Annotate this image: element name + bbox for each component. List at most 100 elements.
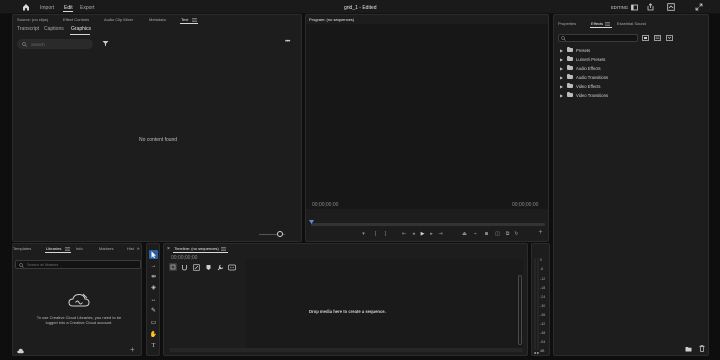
meter-bar-left [534, 258, 536, 350]
more-tabs-icon[interactable]: » [137, 246, 140, 251]
extract-icon[interactable]: ⌁ [472, 231, 479, 237]
playhead-icon[interactable] [309, 220, 314, 225]
tree-item-audio-effects[interactable]: ▶ Audio Effects [560, 64, 601, 72]
add-marker-icon[interactable] [205, 264, 212, 271]
32bit-effects-icon[interactable] [654, 35, 661, 41]
loop-icon[interactable]: ↻ [513, 231, 520, 237]
chevron-right-icon: ▶ [560, 92, 564, 98]
tree-item-video-effects[interactable]: ▶ Video Effects [560, 82, 601, 90]
search-icon [19, 262, 24, 268]
close-timeline-icon[interactable]: × [167, 246, 170, 252]
libraries-panel-menu-icon[interactable] [65, 246, 70, 251]
graphics-search-field[interactable]: Search [17, 39, 93, 49]
subtab-captions[interactable]: Captions [44, 26, 64, 32]
project-panel: Templates Libraries Info Markers Hist » … [12, 243, 142, 356]
tab-effect-controls[interactable]: Effect Controls [63, 17, 89, 22]
search-placeholder: Search [31, 41, 45, 47]
mark-out-icon[interactable]: } [382, 231, 389, 237]
yuv-effects-icon[interactable] [666, 35, 673, 41]
subtab-transcript[interactable]: Transcript [17, 26, 39, 32]
razor-tool-icon[interactable]: ◈ [149, 284, 158, 293]
tab-effects[interactable]: Effects [591, 21, 603, 26]
subtab-graphics[interactable]: Graphics [71, 26, 91, 32]
step-forward-icon[interactable]: ▸ [428, 231, 435, 237]
chevron-right-icon: ▶ [560, 47, 564, 53]
window-title: grid_1 - Edited [344, 4, 377, 11]
workspace-label[interactable]: EDITING [611, 5, 628, 10]
rectangle-tool-icon[interactable]: ▭ [149, 319, 158, 328]
tab-templates[interactable]: Templates [13, 246, 31, 251]
tab-metadata[interactable]: Metadata [149, 17, 166, 22]
add-button-icon[interactable]: + [537, 229, 544, 236]
tab-properties[interactable]: Properties [558, 21, 576, 26]
tree-item-audio-transitions[interactable]: ▶ Audio Transitions [560, 73, 608, 81]
filter-icon[interactable] [102, 40, 109, 47]
mark-in-icon[interactable]: { [372, 231, 379, 237]
tab-libraries[interactable]: Libraries [46, 246, 61, 251]
vertical-scrollbar[interactable] [518, 275, 522, 345]
proxy-toggle-icon[interactable]: ⧉ [504, 231, 511, 237]
effects-panel: Properties Effects Essential Sound ▶ Pres… [553, 14, 709, 356]
effects-search-field[interactable] [558, 34, 638, 42]
tab-audio-clip-mixer[interactable]: Audio Clip Mixer [104, 17, 133, 22]
horizontal-scrollbar[interactable] [169, 348, 523, 352]
add-library-icon[interactable]: + [130, 345, 135, 354]
track-select-tool-icon[interactable]: → [149, 262, 158, 271]
effects-panel-menu-icon[interactable] [605, 21, 610, 26]
tab-essential-sound[interactable]: Essential Sound [617, 21, 646, 26]
go-to-in-icon[interactable]: ⇤ [401, 231, 408, 237]
tree-item-video-transitions[interactable]: ▶ Video Transitions [560, 91, 608, 99]
hand-tool-icon[interactable]: ✋ [149, 331, 158, 340]
lift-icon[interactable]: ⏏ [461, 231, 468, 237]
timeline-panel-menu-icon[interactable] [221, 246, 226, 251]
libraries-search-field[interactable]: Search all libraries [15, 260, 141, 269]
program-scrub-bar[interactable] [311, 223, 545, 226]
tab-markers[interactable]: Markers [99, 246, 113, 251]
pen-tool-icon[interactable]: ✎ [149, 307, 158, 316]
tab-libraries-underline [45, 252, 71, 253]
new-bin-icon[interactable] [685, 346, 692, 352]
slip-tool-icon[interactable]: ↔ [149, 296, 158, 305]
tab-info[interactable]: Info [76, 246, 83, 251]
snap-icon[interactable] [181, 264, 188, 271]
tree-item-lumetri-presets[interactable]: ▶ Lumetri Presets [560, 55, 605, 63]
workspaces-icon[interactable] [631, 4, 638, 11]
quick-export-icon[interactable] [647, 3, 654, 11]
go-to-out-icon[interactable]: ⇥ [437, 231, 444, 237]
tree-item-presets[interactable]: ▶ Presets [560, 46, 590, 54]
tab-text[interactable]: Text [181, 17, 188, 22]
tab-source[interactable]: Source: (no clips) [17, 17, 48, 22]
add-marker-icon[interactable]: ▾ [360, 231, 367, 237]
tab-history[interactable]: Hist [127, 246, 134, 251]
home-icon[interactable] [22, 3, 30, 11]
selection-tool-icon[interactable] [149, 250, 158, 259]
drop-message: Drop media here to create a sequence. [309, 309, 386, 314]
comparison-view-icon[interactable]: ◫ [494, 231, 501, 237]
panel-menu-icon[interactable] [192, 17, 197, 22]
nav-export[interactable]: Export [80, 5, 94, 11]
zoom-slider-handle[interactable] [277, 231, 283, 237]
timeline-settings-icon[interactable] [217, 264, 224, 271]
meter-tick: -18 [540, 286, 546, 290]
type-tool-icon[interactable]: T [149, 342, 158, 351]
full-screen-icon[interactable] [695, 3, 703, 11]
solo-icon[interactable] [534, 351, 539, 355]
export-frame-icon[interactable]: ◙ [483, 231, 490, 237]
play-icon[interactable]: ▶ [419, 231, 426, 237]
nav-edit[interactable]: Edit [64, 5, 73, 11]
meter-tick: -54 [540, 340, 546, 344]
nest-toggle-icon[interactable] [169, 263, 177, 271]
more-options-icon[interactable]: ••• [285, 39, 290, 45]
libraries-search-placeholder: Search all libraries [27, 262, 59, 267]
delete-icon[interactable] [699, 345, 705, 352]
nav-import[interactable]: Import [40, 5, 54, 11]
linked-selection-icon[interactable] [193, 264, 200, 271]
captions-icon[interactable] [228, 264, 236, 271]
progress-icon[interactable] [667, 3, 675, 11]
creative-cloud-icon [68, 293, 90, 308]
ripple-edit-tool-icon[interactable]: ⇹ [149, 273, 158, 282]
accelerated-effects-icon[interactable] [642, 35, 649, 41]
step-back-icon[interactable]: ◂ [410, 231, 417, 237]
tree-item-label: Video Transitions [576, 92, 609, 98]
cloud-sync-icon[interactable] [17, 348, 24, 354]
